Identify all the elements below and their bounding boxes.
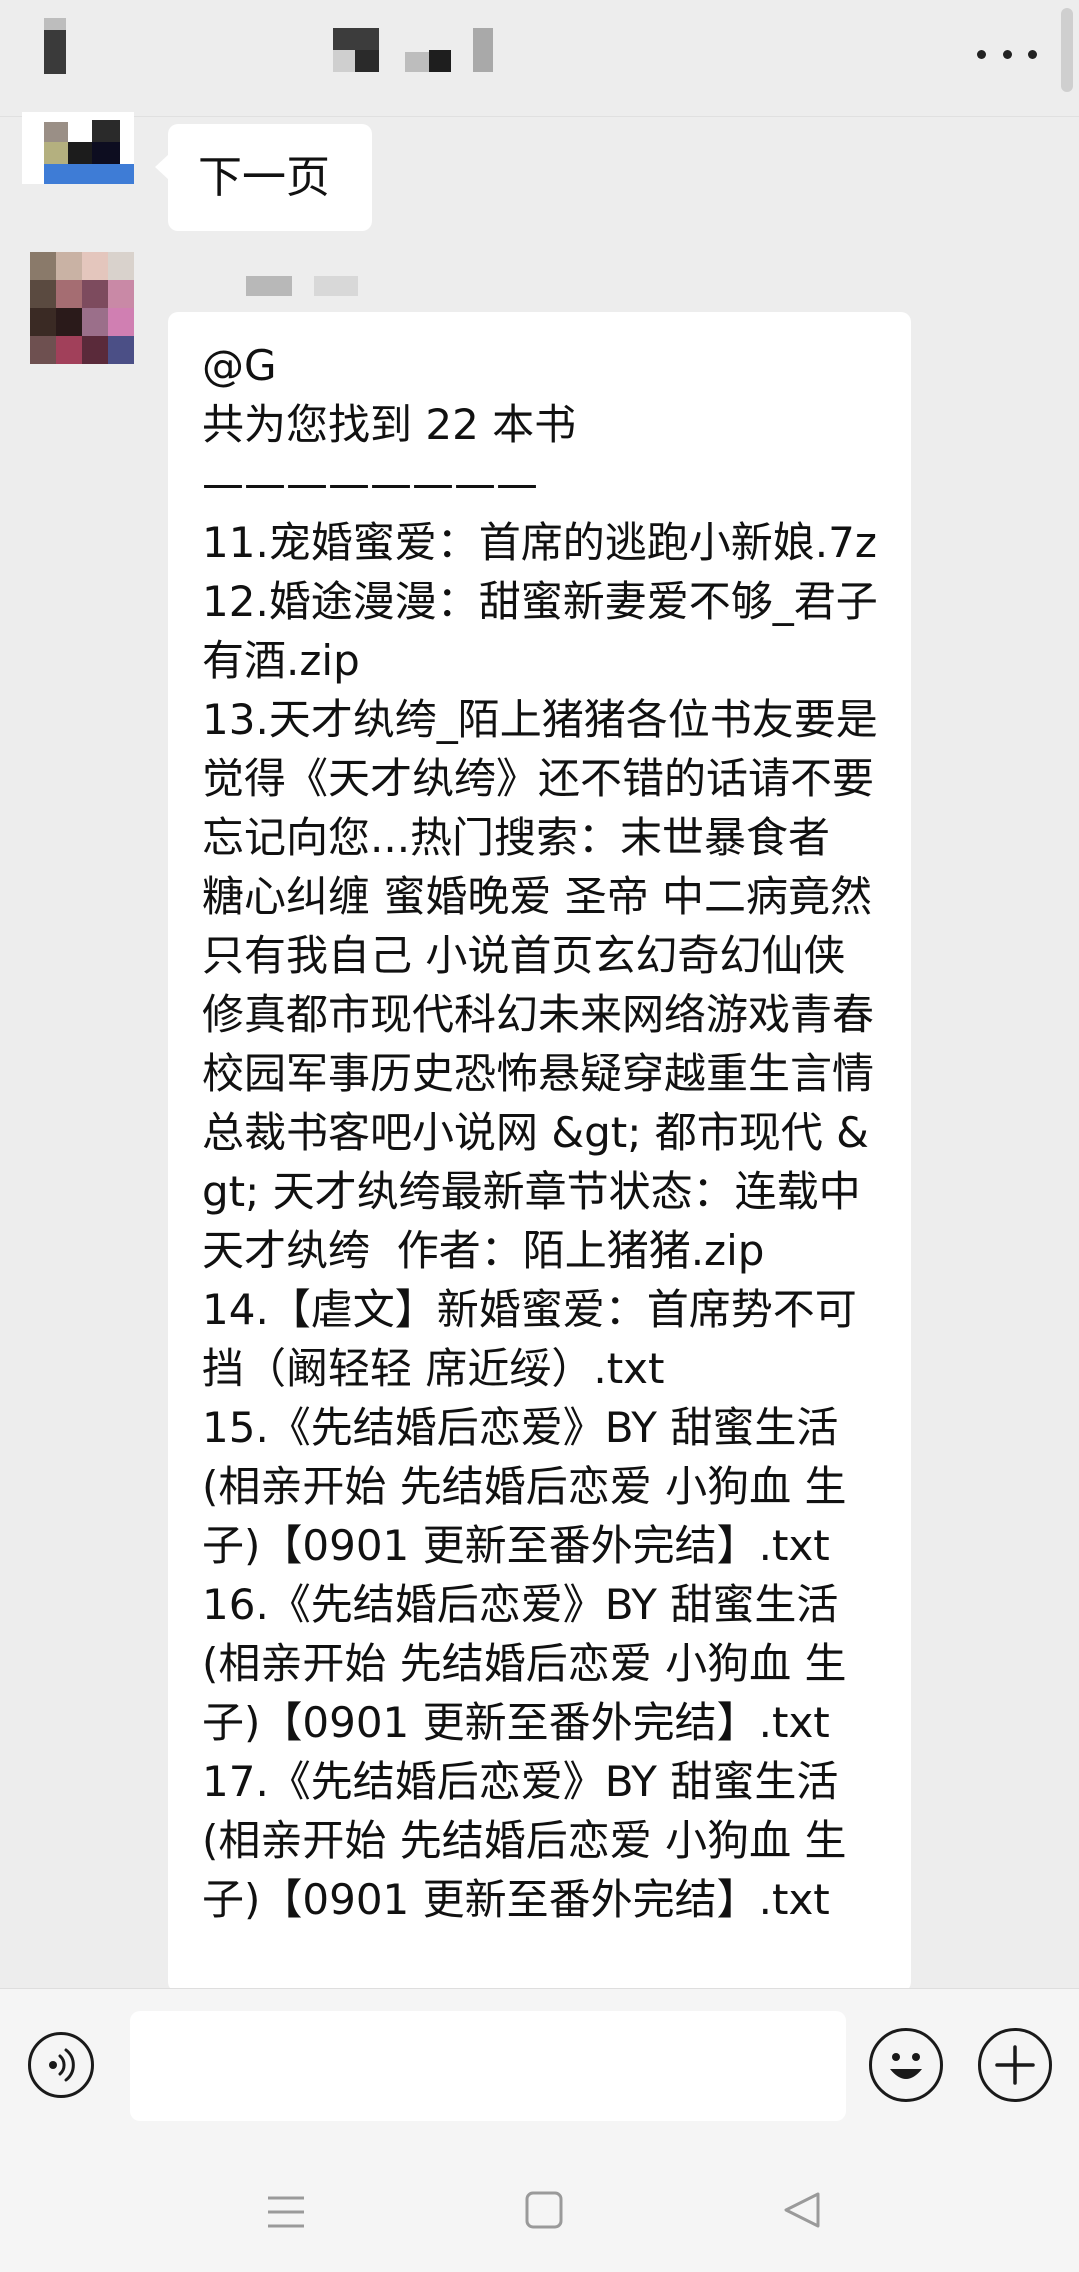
plus-icon[interactable] [978,2028,1052,2102]
emoji-icon[interactable] [869,2028,943,2102]
scrollbar[interactable] [1061,8,1073,92]
input-bar [0,1988,1079,2139]
system-nav-bar [0,2138,1079,2272]
sender-name [314,276,358,296]
message-text: 下一页 [198,152,330,203]
back-button[interactable] [44,18,66,74]
message-bubble[interactable]: 下一页 [155,124,372,231]
chat-title [333,28,503,74]
message-input[interactable] [130,2011,846,2121]
sender-name [246,276,292,296]
back-triangle-icon[interactable] [780,2188,824,2232]
more-dots-icon[interactable] [977,36,1037,72]
voice-icon[interactable] [28,2032,94,2098]
message-text: @G 共为您找到 22 本书 ———————— 11.宠婚蜜爱：首席的逃跑小新娘… [202,341,878,1924]
home-square-icon[interactable] [524,2190,564,2230]
message-bubble[interactable]: @G 共为您找到 22 本书 ———————— 11.宠婚蜜爱：首席的逃跑小新娘… [168,312,911,1992]
avatar[interactable] [30,252,134,364]
menu-icon[interactable] [264,2194,308,2230]
chat-header [0,0,1079,117]
avatar[interactable] [22,112,134,184]
